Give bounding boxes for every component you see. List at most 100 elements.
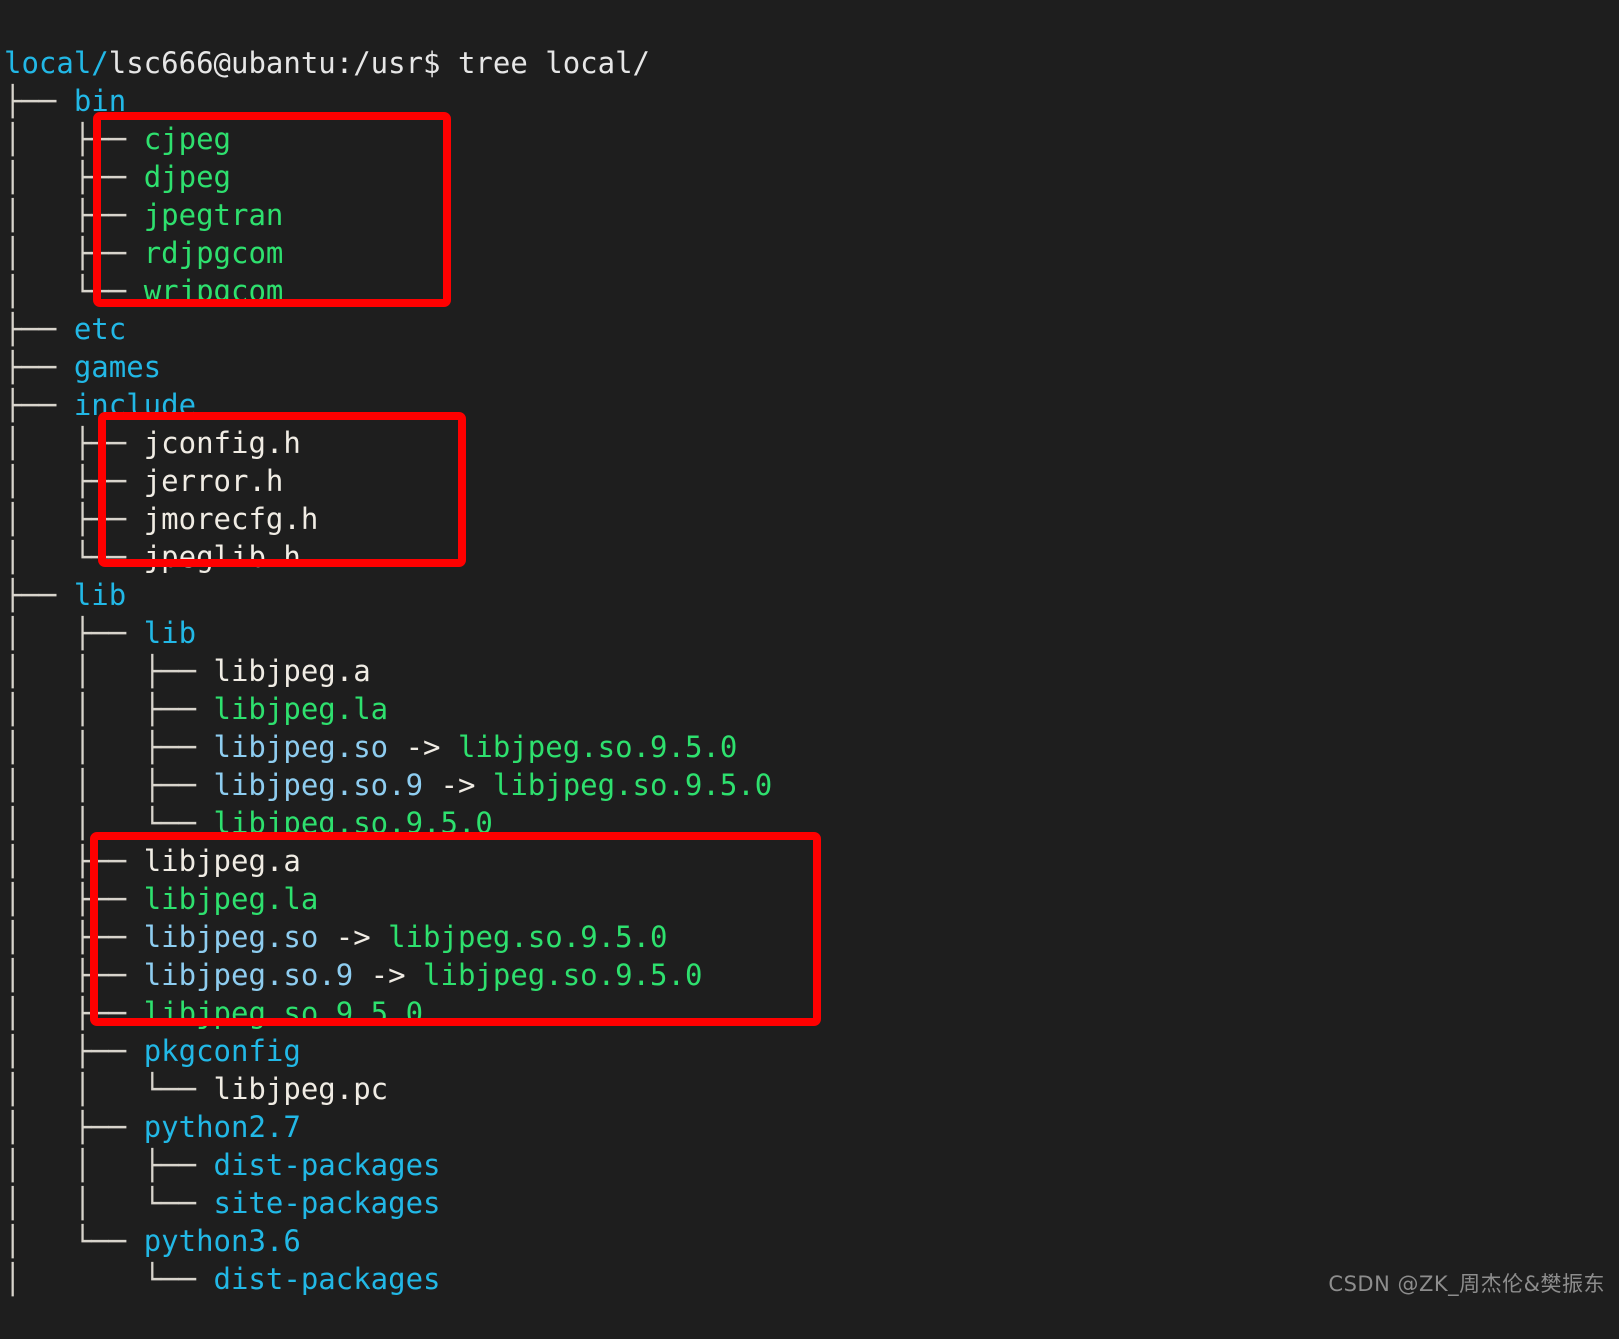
tree-branch-glyph: ├──: [4, 84, 74, 118]
tree-branch-glyph: │ ├──: [4, 122, 144, 156]
terminal-output[interactable]: lsc666@ubantu:/usr$ tree local/ local/├─…: [0, 0, 1619, 1298]
tree-row: ├── bin: [4, 82, 1619, 120]
tree-branch-glyph: │ │ ├──: [4, 654, 214, 688]
tree-row: │ ├── lib: [4, 614, 1619, 652]
tree-row: │ └── wrjpgcom: [4, 272, 1619, 310]
tree-entry-directory: pkgconfig: [143, 1034, 301, 1068]
tree-row: │ └── python3.6: [4, 1222, 1619, 1260]
tree-entry-directory: lib: [73, 578, 127, 612]
tree-branch-glyph: │ ├──: [4, 426, 144, 460]
tree-row: │ │ └── libjpeg.pc: [4, 1070, 1619, 1108]
symlink-arrow: ->: [423, 768, 493, 802]
tree-entry-directory: python2.7: [143, 1110, 301, 1144]
tree-branch-glyph: │ └──: [4, 274, 144, 308]
tree-branch-glyph: │ │ ├──: [4, 692, 214, 726]
tree-row: │ ├── libjpeg.so.9.5.0: [4, 994, 1619, 1032]
tree-branch-glyph: │ │ ├──: [4, 1148, 214, 1182]
tree-entry-directory: site-packages: [213, 1186, 441, 1220]
tree-row: │ │ ├── libjpeg.so -> libjpeg.so.9.5.0: [4, 728, 1619, 766]
tree-entry-file: jerror.h: [143, 464, 284, 498]
tree-branch-glyph: │ ├──: [4, 920, 144, 954]
tree-branch-glyph: │ │ ├──: [4, 730, 214, 764]
tree-entry-executable: djpeg: [143, 160, 231, 194]
tree-branch-glyph: │ ├──: [4, 160, 144, 194]
tree-row: │ ├── pkgconfig: [4, 1032, 1619, 1070]
tree-entry-executable: libjpeg.la: [143, 882, 319, 916]
tree-branch-glyph: │ └──: [4, 1224, 144, 1258]
symlink-arrow: ->: [353, 958, 424, 992]
tree-entry-directory: etc: [73, 312, 127, 346]
tree-branch-glyph: │ │ └──: [4, 806, 214, 840]
tree-entry-symlink: libjpeg.so.9: [143, 958, 354, 992]
tree-row: │ ├── cjpeg: [4, 120, 1619, 158]
tree-row: │ │ ├── libjpeg.a: [4, 652, 1619, 690]
tree-entry-executable: jpegtran: [143, 198, 284, 232]
tree-row: │ ├── djpeg: [4, 158, 1619, 196]
tree-row: │ └── jpeglib.h: [4, 538, 1619, 576]
tree-entry-file: jconfig.h: [143, 426, 301, 460]
tree-row: │ ├── python2.7: [4, 1108, 1619, 1146]
tree-entry-executable: cjpeg: [143, 122, 231, 156]
terminal-window: lsc666@ubantu:/usr$ tree local/ local/├─…: [0, 0, 1619, 1339]
tree-entry-file: jmorecfg.h: [143, 502, 319, 536]
tree-row: ├── include: [4, 386, 1619, 424]
symlink-target: libjpeg.so.9.5.0: [388, 920, 668, 954]
tree-branch-glyph: ├──: [4, 350, 74, 384]
tree-branch-glyph: │ ├──: [4, 198, 144, 232]
tree-entry-file: jpeglib.h: [143, 540, 301, 574]
shell-prompt-line: lsc666@ubantu:/usr$ tree local/: [4, 6, 1619, 80]
symlink-arrow: ->: [388, 730, 458, 764]
tree-branch-glyph: │ ├──: [4, 996, 144, 1030]
tree-entry-directory: local/: [4, 46, 109, 80]
tree-entry-executable: libjpeg.la: [213, 692, 389, 726]
tree-entry-executable: wrjpgcom: [143, 274, 284, 308]
tree-row: │ ├── libjpeg.so.9 -> libjpeg.so.9.5.0: [4, 956, 1619, 994]
tree-branch-glyph: │ ├──: [4, 844, 144, 878]
tree-row: │ │ ├── dist-packages: [4, 1146, 1619, 1184]
tree-branch-glyph: │ ├──: [4, 882, 144, 916]
tree-branch-glyph: │ ├──: [4, 958, 144, 992]
tree-row: │ ├── jconfig.h: [4, 424, 1619, 462]
tree-entry-directory: bin: [73, 84, 127, 118]
tree-row: │ ├── rdjpgcom: [4, 234, 1619, 272]
tree-entry-executable: rdjpgcom: [143, 236, 284, 270]
tree-entry-file: libjpeg.pc: [213, 1072, 389, 1106]
tree-branch-glyph: ├──: [4, 388, 74, 422]
tree-row: │ │ └── libjpeg.so.9.5.0: [4, 804, 1619, 842]
tree-branch-glyph: │ │ ├──: [4, 768, 214, 802]
tree-branch-glyph: │ ├──: [4, 1110, 144, 1144]
tree-row: │ ├── libjpeg.a: [4, 842, 1619, 880]
tree-row: │ ├── jpegtran: [4, 196, 1619, 234]
tree-row: │ │ ├── libjpeg.so.9 -> libjpeg.so.9.5.0: [4, 766, 1619, 804]
tree-row: │ │ └── site-packages: [4, 1184, 1619, 1222]
tree-branch-glyph: │ ├──: [4, 1034, 144, 1068]
tree-branch-glyph: │ │ └──: [4, 1186, 214, 1220]
prompt-text: lsc666@ubantu:/usr$ tree local/: [108, 46, 651, 80]
tree-row: ├── games: [4, 348, 1619, 386]
tree-entry-symlink: libjpeg.so.9: [213, 768, 424, 802]
symlink-target: libjpeg.so.9.5.0: [423, 958, 703, 992]
tree-branch-glyph: │ ├──: [4, 464, 144, 498]
tree-row: │ ├── jerror.h: [4, 462, 1619, 500]
tree-row: ├── etc: [4, 310, 1619, 348]
tree-entry-executable: libjpeg.so.9.5.0: [143, 996, 424, 1030]
tree-entry-directory: lib: [143, 616, 197, 650]
tree-branch-glyph: │ ├──: [4, 502, 144, 536]
tree-listing: local/├── bin │ ├── cjpeg │ ├── djpeg │ ├──…: [4, 44, 1619, 1298]
symlink-target: libjpeg.so.9.5.0: [492, 768, 773, 802]
tree-branch-glyph: ├──: [4, 312, 74, 346]
tree-row: │ │ ├── libjpeg.la: [4, 690, 1619, 728]
tree-branch-glyph: ├──: [4, 578, 74, 612]
tree-entry-executable: libjpeg.so.9.5.0: [213, 806, 493, 840]
tree-branch-glyph: │ ├──: [4, 236, 144, 270]
symlink-arrow: ->: [318, 920, 389, 954]
tree-entry-symlink: libjpeg.so: [143, 920, 319, 954]
tree-entry-directory: include: [73, 388, 197, 422]
tree-entry-directory: games: [73, 350, 162, 384]
tree-entry-directory: dist-packages: [213, 1148, 441, 1182]
tree-row: │ ├── jmorecfg.h: [4, 500, 1619, 538]
tree-row: │ ├── libjpeg.so -> libjpeg.so.9.5.0: [4, 918, 1619, 956]
tree-entry-directory: dist-packages: [213, 1262, 441, 1296]
tree-branch-glyph: │ │ └──: [4, 1072, 214, 1106]
tree-branch-glyph: │ └──: [4, 1262, 214, 1296]
